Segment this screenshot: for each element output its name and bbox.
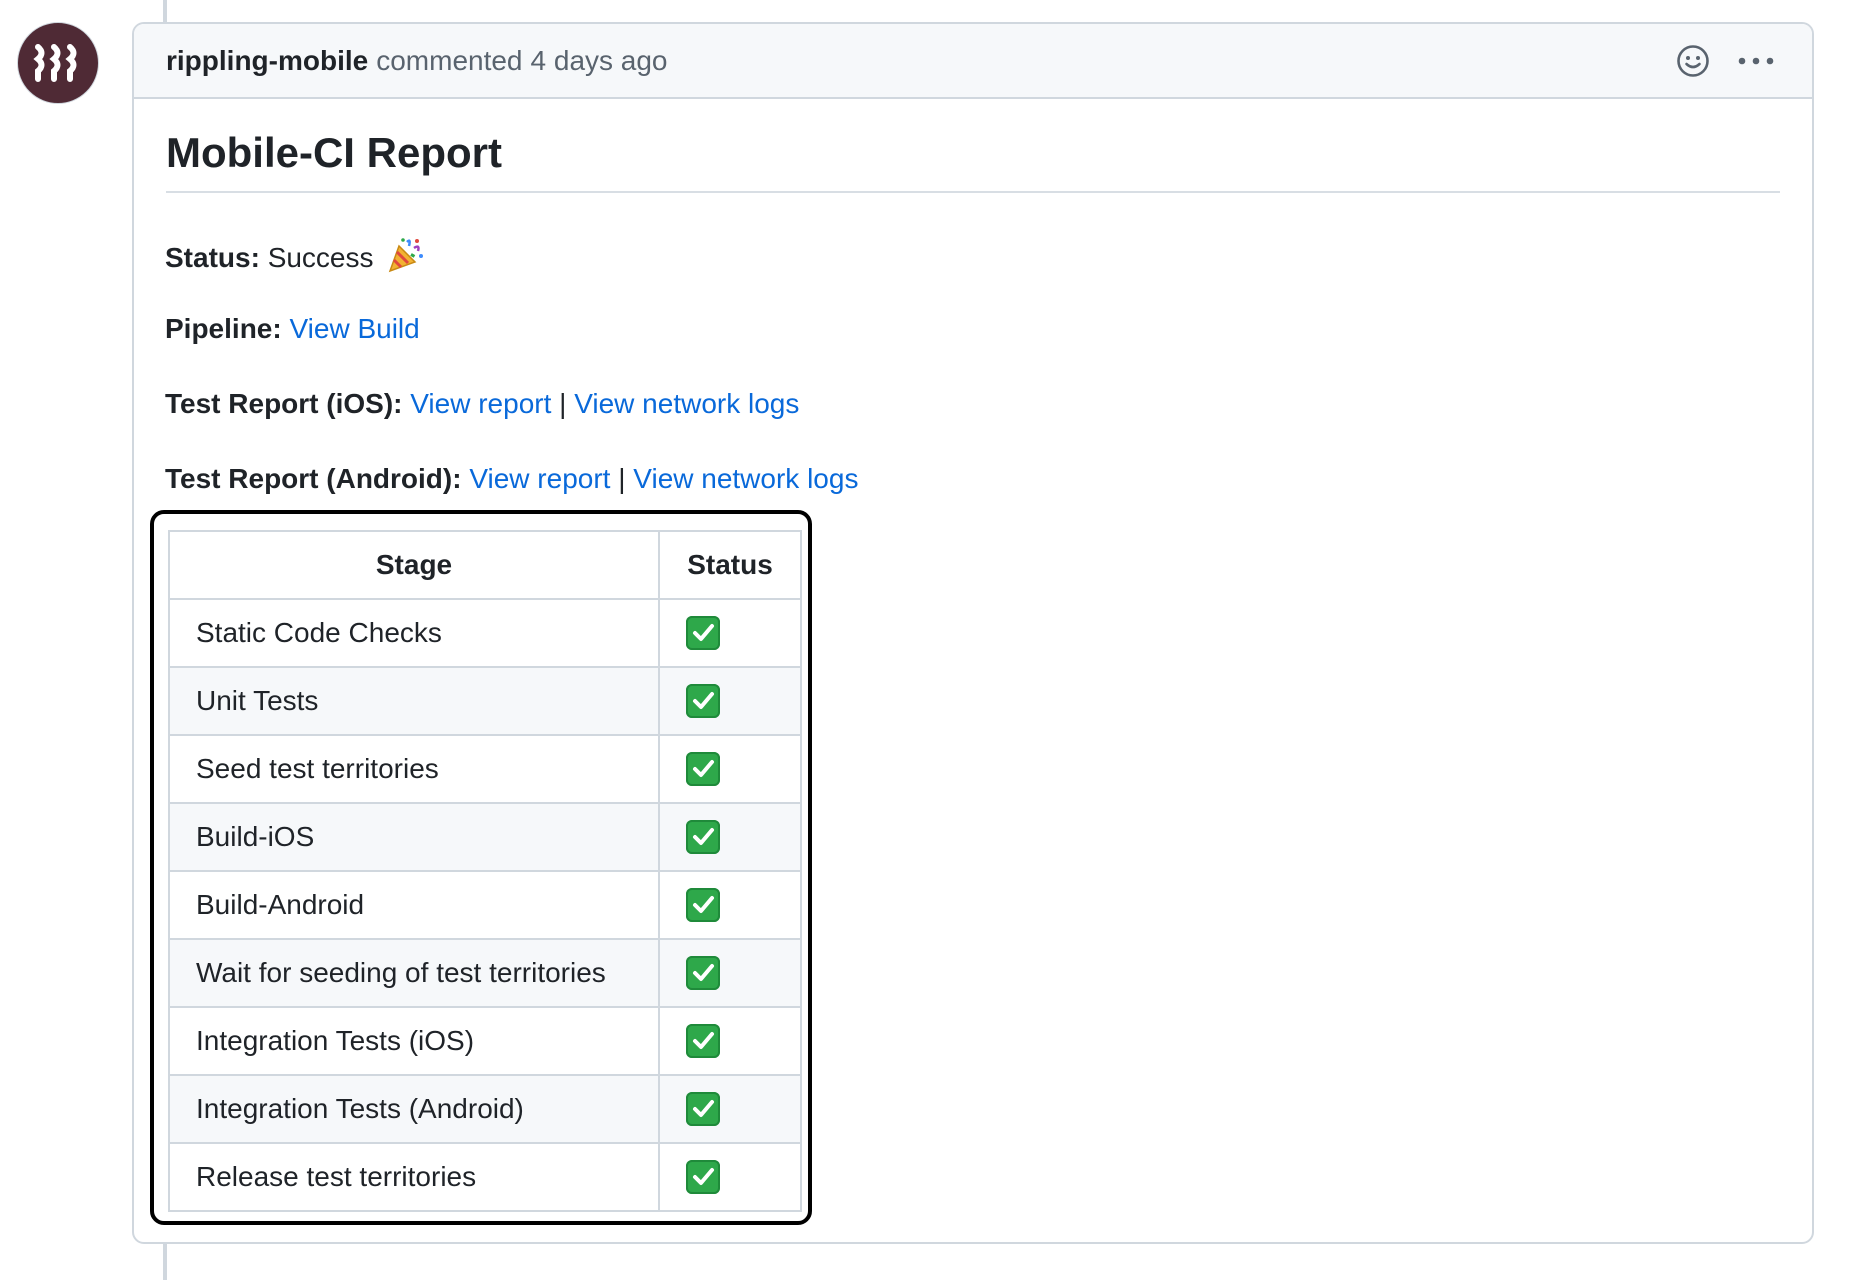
column-header-stage: Stage [168,530,660,600]
comment-action: commented [376,44,523,76]
status-cell [658,598,802,668]
android-network-logs-link[interactable]: View network logs [633,463,858,494]
stage-cell: Integration Tests (iOS) [168,1006,660,1076]
check-mark-button-icon [686,820,720,855]
comment-timestamp[interactable]: 4 days ago [531,45,668,77]
comment-body: Mobile-CI Report [134,99,1812,193]
table-row: Unit Tests [168,666,802,736]
status-cell [658,734,802,804]
column-header-status: Status [658,530,802,600]
android-report-line: Test Report (Android): View report | Vie… [165,463,859,494]
ios-report-line: Test Report (iOS): View report | View ne… [165,388,800,419]
ios-view-report-link[interactable]: View report [410,388,551,419]
stage-cell: Build-iOS [168,802,660,872]
stage-cell: Build-Android [168,870,660,940]
kebab-horizontal-icon [1738,57,1774,64]
separator: | [618,463,626,494]
status-label: Status [165,241,251,273]
party-popper-icon [387,236,425,283]
stage-cell: Static Code Checks [168,598,660,668]
table-row: Build-Android [168,870,802,940]
status-cell [658,938,802,1008]
pipeline-line: Pipeline: View Build [165,313,420,344]
status-line: Status: Success [165,236,425,283]
ios-report-label: Test Report (iOS) [165,388,394,419]
author-link[interactable]: rippling-mobile [166,45,368,77]
more-options-button[interactable] [1738,56,1774,66]
pipeline-label: Pipeline [165,313,273,344]
stage-status-table: Stage Status Static Code Checks Unit Test… [168,530,802,1212]
stage-cell: Release test territories [168,1142,660,1212]
stage-cell: Wait for seeding of test territories [168,938,660,1008]
comment-header: rippling-mobile commented 4 days ago [134,24,1812,99]
android-report-label: Test Report (Android) [165,463,453,494]
status-cell [658,870,802,940]
separator: | [559,388,567,419]
status-cell [658,1006,802,1076]
table-row: Wait for seeding of test territories [168,938,802,1008]
status-value: Success [267,241,374,273]
status-cell [658,666,802,736]
ios-network-logs-link[interactable]: View network logs [574,388,799,419]
header-actions [1676,44,1774,78]
smiley-icon [1677,44,1709,77]
view-build-link[interactable]: View Build [289,313,419,344]
status-cell [658,1074,802,1144]
stage-cell: Seed test territories [168,734,660,804]
table-row: Integration Tests (Android) [168,1074,802,1144]
check-mark-button-icon [686,1160,720,1195]
stage-cell: Integration Tests (Android) [168,1074,660,1144]
check-mark-button-icon [686,1092,720,1127]
status-cell [658,1142,802,1212]
add-reaction-button[interactable] [1676,44,1710,78]
stage-cell: Unit Tests [168,666,660,736]
check-mark-button-icon [686,752,720,787]
table-row: Release test territories [168,1142,802,1212]
report-title: Mobile-CI Report [166,129,1780,193]
stage-table-highlight: Stage Status Static Code Checks Unit Test… [150,510,812,1225]
check-mark-button-icon [686,888,720,923]
check-mark-button-icon [686,684,720,719]
check-mark-button-icon [686,1024,720,1059]
android-view-report-link[interactable]: View report [469,463,610,494]
rippling-logo-icon [33,44,77,82]
table-row: Static Code Checks [168,598,802,668]
check-mark-button-icon [686,616,720,651]
status-cell [658,802,802,872]
avatar[interactable] [17,22,99,104]
check-mark-button-icon [686,956,720,991]
table-row: Build-iOS [168,802,802,872]
table-header-row: Stage Status [168,530,802,600]
table-row: Integration Tests (iOS) [168,1006,802,1076]
table-row: Seed test territories [168,734,802,804]
